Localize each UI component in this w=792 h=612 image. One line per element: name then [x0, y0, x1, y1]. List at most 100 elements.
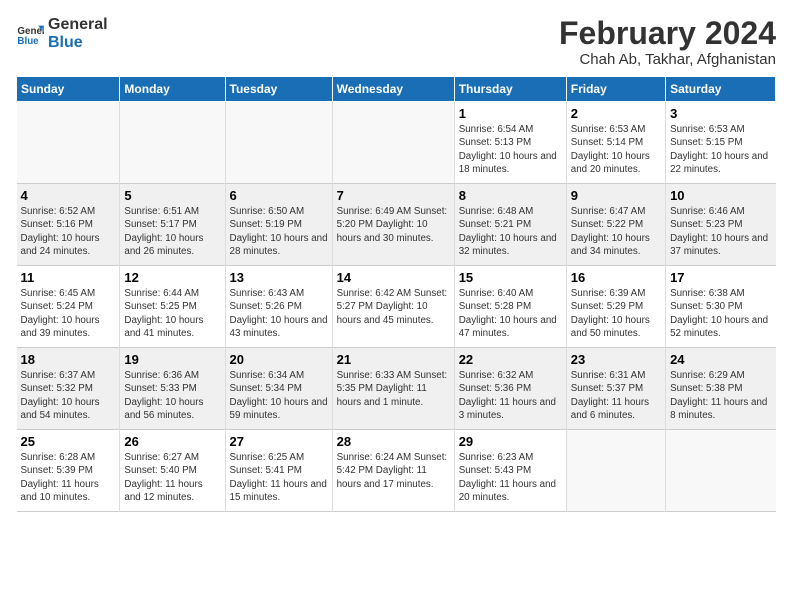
day-cell — [120, 102, 225, 184]
day-number: 5 — [124, 188, 220, 203]
day-cell: 12 Sunrise: 6:44 AM Sunset: 5:25 PM Dayli… — [120, 266, 225, 348]
day-number: 29 — [459, 434, 562, 449]
day-number: 9 — [571, 188, 661, 203]
day-number: 19 — [124, 352, 220, 367]
day-info: Sunrise: 6:39 AM Sunset: 5:29 PM Dayligh… — [571, 287, 661, 340]
day-cell — [566, 430, 665, 512]
day-cell: 5 Sunrise: 6:51 AM Sunset: 5:17 PM Daylig… — [120, 184, 225, 266]
week-row-2: 4 Sunrise: 6:52 AM Sunset: 5:16 PM Daylig… — [17, 184, 776, 266]
day-info: Sunrise: 6:47 AM Sunset: 5:22 PM Dayligh… — [571, 205, 661, 258]
day-info: Sunrise: 6:51 AM Sunset: 5:17 PM Dayligh… — [124, 205, 220, 258]
day-cell: 25Sunrise: 6:28 AM Sunset: 5:39 PM Dayli… — [17, 430, 120, 512]
day-number: 3 — [670, 106, 771, 121]
day-number: 14 — [337, 270, 450, 285]
logo-line2: Blue — [48, 34, 108, 52]
header: General Blue General Blue February 2024 … — [16, 16, 776, 68]
day-info: Sunrise: 6:25 AM Sunset: 5:41 PM Dayligh… — [230, 451, 328, 504]
day-info: Sunrise: 6:33 AM Sunset: 5:35 PM Dayligh… — [337, 369, 450, 409]
day-info: Sunrise: 6:43 AM Sunset: 5:26 PM Dayligh… — [230, 287, 328, 340]
day-number: 17 — [670, 270, 771, 285]
day-number: 16 — [571, 270, 661, 285]
day-info: Sunrise: 6:27 AM Sunset: 5:40 PM Dayligh… — [124, 451, 220, 504]
day-cell: 11 Sunrise: 6:45 AM Sunset: 5:24 PM Dayli… — [17, 266, 120, 348]
day-info: Sunrise: 6:31 AM Sunset: 5:37 PM Dayligh… — [571, 369, 661, 422]
day-number: 2 — [571, 106, 661, 121]
day-info: Sunrise: 6:40 AM Sunset: 5:28 PM Dayligh… — [459, 287, 562, 340]
day-cell: 19 Sunrise: 6:36 AM Sunset: 5:33 PM Dayli… — [120, 348, 225, 430]
week-row-3: 11 Sunrise: 6:45 AM Sunset: 5:24 PM Dayli… — [17, 266, 776, 348]
day-cell — [666, 430, 776, 512]
day-number: 21 — [337, 352, 450, 367]
col-header-saturday: Saturday — [666, 77, 776, 102]
day-info: Sunrise: 6:24 AM Sunset: 5:42 PM Dayligh… — [337, 451, 450, 491]
day-cell: 16 Sunrise: 6:39 AM Sunset: 5:29 PM Dayli… — [566, 266, 665, 348]
day-cell: 18 Sunrise: 6:37 AM Sunset: 5:32 PM Dayli… — [17, 348, 120, 430]
col-header-friday: Friday — [566, 77, 665, 102]
day-info: Sunrise: 6:50 AM Sunset: 5:19 PM Dayligh… — [230, 205, 328, 258]
day-info: Sunrise: 6:36 AM Sunset: 5:33 PM Dayligh… — [124, 369, 220, 422]
page-title: February 2024 — [559, 16, 776, 51]
day-info: Sunrise: 6:29 AM Sunset: 5:38 PM Dayligh… — [670, 369, 771, 422]
day-info: Sunrise: 6:45 AM Sunset: 5:24 PM Dayligh… — [21, 287, 116, 340]
logo: General Blue General Blue — [16, 16, 108, 51]
day-info: Sunrise: 6:54 AM Sunset: 5:13 PM Dayligh… — [459, 123, 562, 176]
col-header-monday: Monday — [120, 77, 225, 102]
day-number: 11 — [21, 270, 116, 285]
page-subtitle: Chah Ab, Takhar, Afghanistan — [559, 51, 776, 68]
day-number: 24 — [670, 352, 771, 367]
logo-line1: General — [48, 16, 108, 34]
day-number: 4 — [21, 188, 116, 203]
col-header-tuesday: Tuesday — [225, 77, 332, 102]
calendar-table: SundayMondayTuesdayWednesdayThursdayFrid… — [16, 76, 776, 512]
day-info: Sunrise: 6:48 AM Sunset: 5:21 PM Dayligh… — [459, 205, 562, 258]
day-info: Sunrise: 6:32 AM Sunset: 5:36 PM Dayligh… — [459, 369, 562, 422]
day-number: 6 — [230, 188, 328, 203]
day-info: Sunrise: 6:52 AM Sunset: 5:16 PM Dayligh… — [21, 205, 116, 258]
day-number: 28 — [337, 434, 450, 449]
day-number: 12 — [124, 270, 220, 285]
day-cell: 22 Sunrise: 6:32 AM Sunset: 5:36 PM Dayli… — [454, 348, 566, 430]
day-cell: 4 Sunrise: 6:52 AM Sunset: 5:16 PM Daylig… — [17, 184, 120, 266]
col-header-thursday: Thursday — [454, 77, 566, 102]
day-number: 20 — [230, 352, 328, 367]
day-cell: 2 Sunrise: 6:53 AM Sunset: 5:14 PM Daylig… — [566, 102, 665, 184]
day-number: 8 — [459, 188, 562, 203]
day-info: Sunrise: 6:37 AM Sunset: 5:32 PM Dayligh… — [21, 369, 116, 422]
day-cell: 28 Sunrise: 6:24 AM Sunset: 5:42 PM Dayli… — [332, 430, 454, 512]
day-info: Sunrise: 6:42 AM Sunset: 5:27 PM Dayligh… — [337, 287, 450, 327]
day-cell: 14 Sunrise: 6:42 AM Sunset: 5:27 PM Dayli… — [332, 266, 454, 348]
day-info: Sunrise: 6:28 AM Sunset: 5:39 PM Dayligh… — [21, 451, 116, 504]
week-row-1: 1 Sunrise: 6:54 AM Sunset: 5:13 PM Daylig… — [17, 102, 776, 184]
day-cell — [225, 102, 332, 184]
day-cell: 6 Sunrise: 6:50 AM Sunset: 5:19 PM Daylig… — [225, 184, 332, 266]
day-cell — [332, 102, 454, 184]
day-cell: 27Sunrise: 6:25 AM Sunset: 5:41 PM Dayli… — [225, 430, 332, 512]
day-cell: 8 Sunrise: 6:48 AM Sunset: 5:21 PM Daylig… — [454, 184, 566, 266]
day-number: 23 — [571, 352, 661, 367]
header-row: SundayMondayTuesdayWednesdayThursdayFrid… — [17, 77, 776, 102]
day-cell: 13 Sunrise: 6:43 AM Sunset: 5:26 PM Dayli… — [225, 266, 332, 348]
svg-text:Blue: Blue — [17, 35, 39, 46]
day-number: 18 — [21, 352, 116, 367]
day-number: 13 — [230, 270, 328, 285]
day-cell — [17, 102, 120, 184]
day-cell: 24 Sunrise: 6:29 AM Sunset: 5:38 PM Dayli… — [666, 348, 776, 430]
day-info: Sunrise: 6:53 AM Sunset: 5:15 PM Dayligh… — [670, 123, 771, 176]
day-info: Sunrise: 6:38 AM Sunset: 5:30 PM Dayligh… — [670, 287, 771, 340]
day-cell: 3 Sunrise: 6:53 AM Sunset: 5:15 PM Daylig… — [666, 102, 776, 184]
day-info: Sunrise: 6:44 AM Sunset: 5:25 PM Dayligh… — [124, 287, 220, 340]
day-cell: 17 Sunrise: 6:38 AM Sunset: 5:30 PM Dayli… — [666, 266, 776, 348]
day-cell: 20Sunrise: 6:34 AM Sunset: 5:34 PM Dayli… — [225, 348, 332, 430]
day-cell: 29 Sunrise: 6:23 AM Sunset: 5:43 PM Dayli… — [454, 430, 566, 512]
day-cell: 10 Sunrise: 6:46 AM Sunset: 5:23 PM Dayli… — [666, 184, 776, 266]
day-info: Sunrise: 6:49 AM Sunset: 5:20 PM Dayligh… — [337, 205, 450, 245]
col-header-wednesday: Wednesday — [332, 77, 454, 102]
day-cell: 21 Sunrise: 6:33 AM Sunset: 5:35 PM Dayli… — [332, 348, 454, 430]
day-number: 1 — [459, 106, 562, 121]
day-number: 22 — [459, 352, 562, 367]
day-info: Sunrise: 6:46 AM Sunset: 5:23 PM Dayligh… — [670, 205, 771, 258]
day-number: 10 — [670, 188, 771, 203]
day-info: Sunrise: 6:53 AM Sunset: 5:14 PM Dayligh… — [571, 123, 661, 176]
day-info: Sunrise: 6:23 AM Sunset: 5:43 PM Dayligh… — [459, 451, 562, 504]
day-number: 26 — [124, 434, 220, 449]
